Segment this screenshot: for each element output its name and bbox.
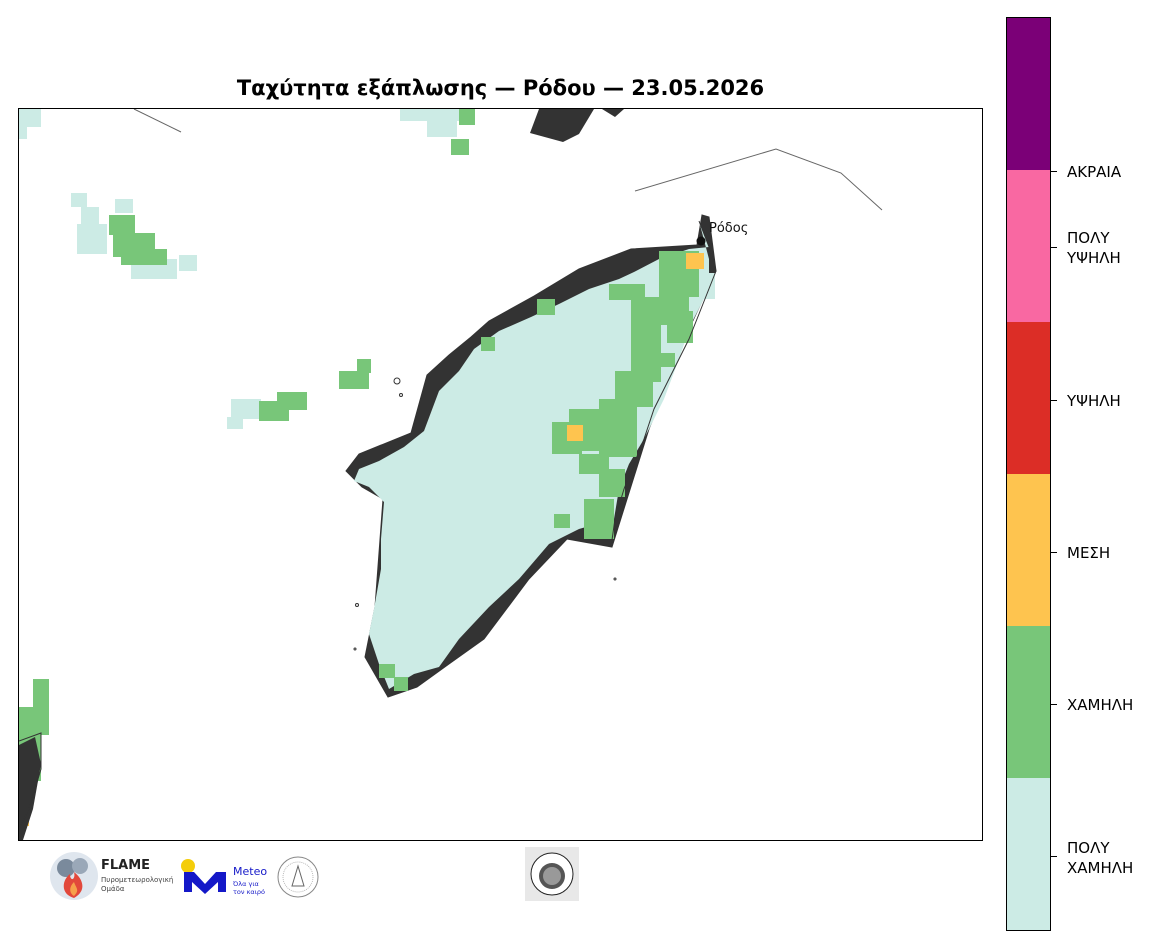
legend-label-low: ΧΑΜΗΛΗ <box>1067 696 1134 714</box>
map-canvas[interactable]: Ρόδος <box>19 109 982 840</box>
colorbar-tick <box>1051 704 1057 705</box>
landmass-nodata <box>19 737 41 840</box>
colorbar-segment-high <box>1007 322 1050 474</box>
colorbar-tick <box>1051 171 1057 172</box>
colorbar-segment-very-low <box>1007 778 1050 930</box>
meteo-logo <box>181 859 226 894</box>
landmass-nodata <box>530 109 594 142</box>
colorbar-segment-low <box>1007 626 1050 778</box>
meteo-logo-title: Meteo <box>233 865 268 878</box>
legend-label-moderate: ΜΕΣΗ <box>1067 544 1111 562</box>
flame-logo-title: FLAME <box>101 858 151 873</box>
colorbar-tick <box>1051 247 1057 248</box>
rhodes-seal-icon <box>530 852 574 896</box>
colorbar-tick <box>1051 856 1057 857</box>
boundary-line <box>634 148 883 211</box>
colorbar-tick <box>1051 552 1057 553</box>
rhodes-municipality-logo <box>525 847 579 901</box>
city-label: Ρόδος <box>709 221 748 236</box>
colorbar-segment-extreme <box>1007 18 1050 170</box>
flame-logo <box>50 852 98 900</box>
legend-label-very-low: ΠΟΛΥ ΧΑΜΗΛΗ <box>1067 839 1134 877</box>
city-marker <box>696 236 706 246</box>
meteo-logo-subtitle: Όλα για τον καιρό <box>233 880 266 896</box>
landmass-nodata <box>602 109 624 117</box>
legend-label-very-high: ΠΟΛΥ ΥΨΗΛΗ <box>1067 229 1121 267</box>
flame-logo-subtitle: Πυρομετεωρολογική Ομάδα <box>101 876 174 893</box>
boundary-line <box>133 109 182 133</box>
university-seal-logo <box>277 856 319 898</box>
legend-label-high: ΥΨΗΛΗ <box>1067 392 1121 410</box>
colorbar <box>1006 17 1051 931</box>
colorbar-segment-moderate <box>1007 474 1050 626</box>
legend-label-extreme: ΑΚΡΑΙΑ <box>1067 163 1122 181</box>
map-title: Ταχύτητα εξάπλωσης — Ρόδου — 23.05.2026 <box>236 76 765 100</box>
colorbar-segment-very-high <box>1007 170 1050 322</box>
map-frame[interactable]: Ρόδος <box>18 108 983 841</box>
colorbar-tick <box>1051 400 1057 401</box>
